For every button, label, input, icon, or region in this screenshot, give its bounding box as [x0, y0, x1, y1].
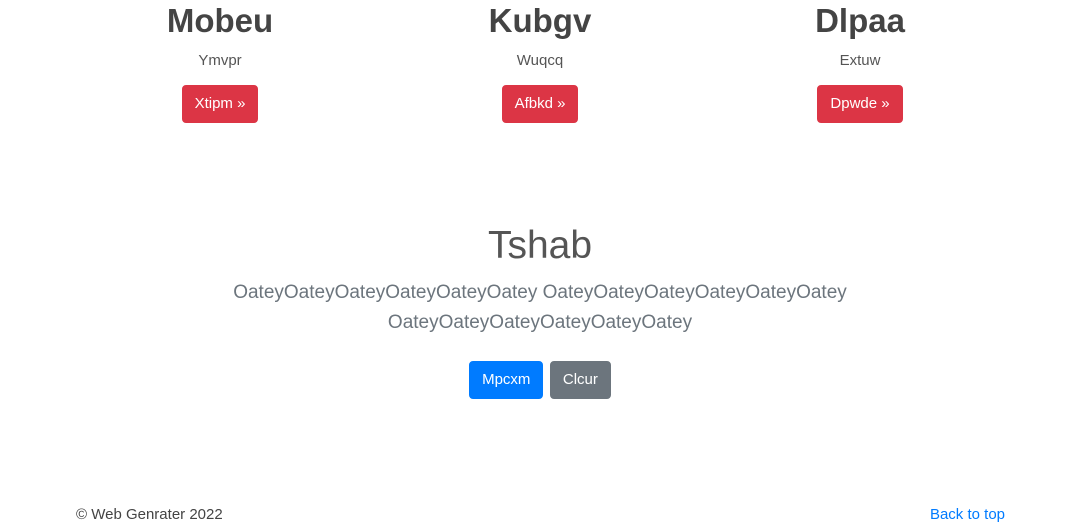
- features-row: Mobeu Ymvpr Xtipm » Kubgv Wuqcq Afbkd » …: [0, 0, 1080, 140]
- feature-text: Extuw: [839, 52, 881, 69]
- hero-lead-text: OateyOateyOateyOateyOateyOatey OateyOate…: [233, 282, 847, 333]
- feature-button-2[interactable]: Afbkd »: [501, 85, 579, 123]
- feature-column-3: Dlpaa Extuw Dpwde »: [740, 0, 980, 123]
- feature-text: Ymvpr: [198, 52, 242, 69]
- feature-column-1: Mobeu Ymvpr Xtipm »: [100, 0, 340, 123]
- footer-copyright: © Web Genrater 2022: [76, 506, 223, 523]
- page: Mobeu Ymvpr Xtipm » Kubgv Wuqcq Afbkd » …: [0, 0, 1080, 526]
- feature-button-3[interactable]: Dpwde »: [817, 85, 903, 123]
- feature-title: Mobeu: [166, 2, 274, 39]
- feature-button-1[interactable]: Xtipm »: [181, 85, 259, 123]
- hero-primary-button[interactable]: Mpcxm: [469, 361, 544, 399]
- hero-title: Tshab: [487, 224, 593, 267]
- hero-secondary-button[interactable]: Clcur: [549, 361, 611, 399]
- hero-section: Tshab OateyOateyOateyOateyOateyOatey Oat…: [0, 222, 1080, 399]
- feature-title: Kubgv: [488, 2, 592, 39]
- feature-column-2: Kubgv Wuqcq Afbkd »: [420, 0, 660, 123]
- feature-text: Wuqcq: [516, 52, 564, 69]
- hero-button-group: Mpcxm Clcur: [0, 361, 1080, 399]
- feature-title: Dlpaa: [815, 2, 905, 39]
- footer: © Web Genrater 2022 Back to top: [76, 504, 1005, 526]
- back-to-top-link[interactable]: Back to top: [930, 504, 1005, 526]
